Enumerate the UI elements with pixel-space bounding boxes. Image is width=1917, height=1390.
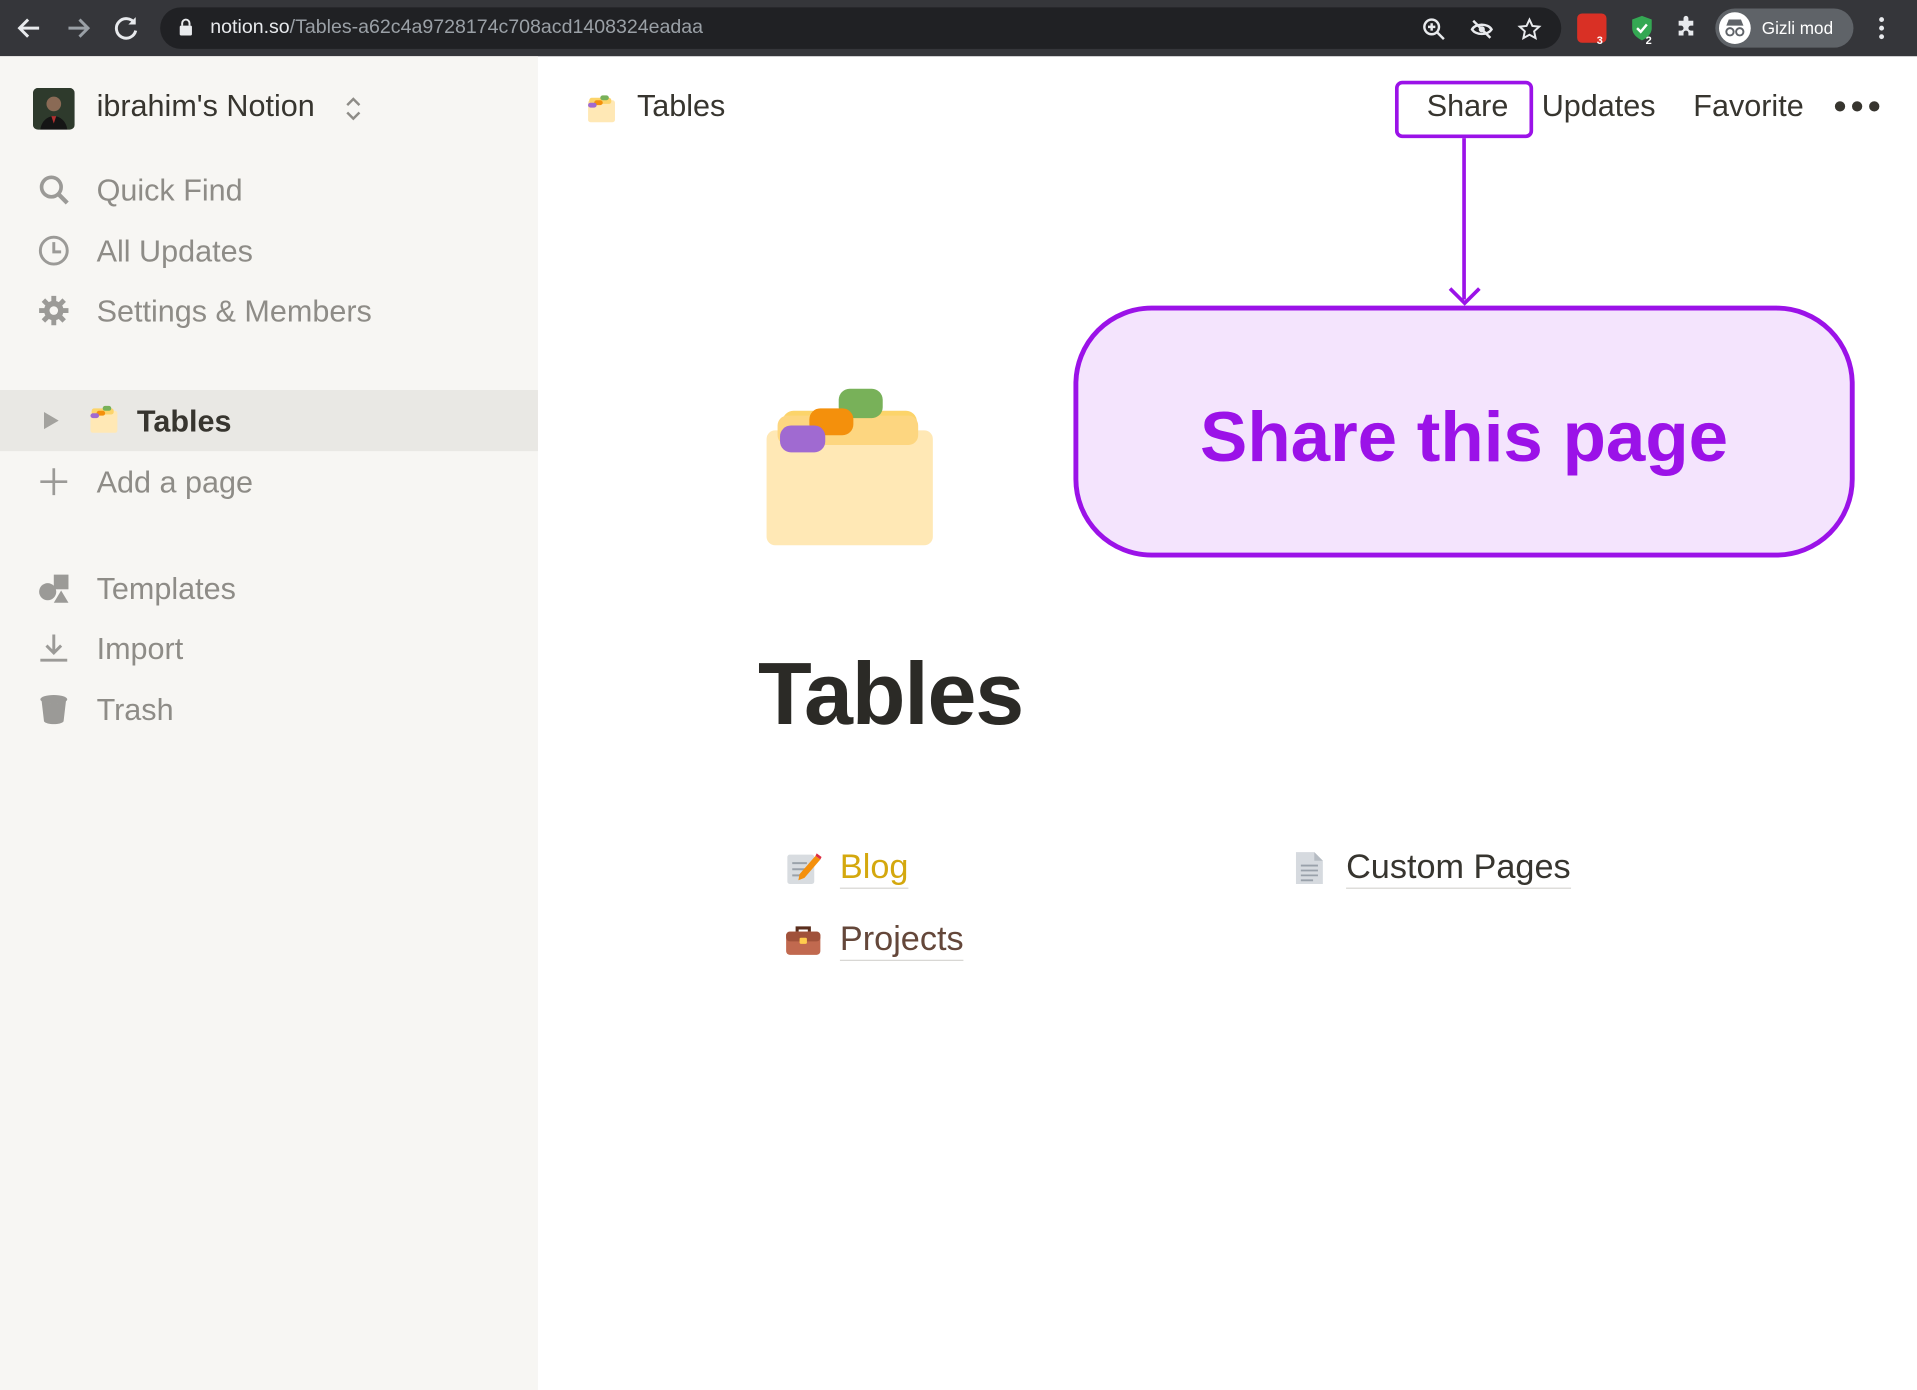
zoom-icon[interactable] bbox=[1422, 17, 1446, 41]
chevron-updown-icon[interactable] bbox=[342, 93, 364, 125]
share-button[interactable]: Share bbox=[1427, 89, 1509, 124]
subpage-link-projects[interactable]: Projects bbox=[785, 915, 993, 969]
sidebar-item-settings-members[interactable]: Settings & Members bbox=[0, 284, 538, 338]
url-path: /Tables-a62c4a9728174c708acd1408324eadaa bbox=[289, 17, 704, 38]
subpage-link-custom-pages[interactable]: Custom Pages bbox=[1291, 842, 1597, 896]
clock-icon bbox=[38, 235, 69, 266]
callout-text: Share this page bbox=[1200, 397, 1729, 477]
sidebar-page-label: Tables bbox=[136, 404, 232, 439]
address-bar[interactable]: notion.so/Tables-a62c4a9728174c708acd140… bbox=[160, 7, 1562, 49]
extension-badge: 2 bbox=[1645, 34, 1652, 47]
sidebar-item-all-updates[interactable]: All Updates bbox=[0, 224, 538, 278]
url-text[interactable]: notion.so/Tables-a62c4a9728174c708acd140… bbox=[210, 17, 703, 39]
sidebar-item-label: Templates bbox=[96, 572, 236, 607]
trash-icon bbox=[40, 695, 68, 725]
workspace-name[interactable]: ibrahim's Notion bbox=[97, 89, 315, 124]
shapes-icon bbox=[39, 574, 69, 603]
extension-badge: 3 bbox=[1596, 34, 1603, 47]
sidebar-item-trash[interactable]: Trash bbox=[0, 682, 538, 736]
subpage-label: Projects bbox=[839, 919, 964, 961]
card-index-icon[interactable] bbox=[763, 386, 934, 547]
search-icon bbox=[39, 175, 69, 205]
updates-button[interactable]: Updates bbox=[1542, 89, 1656, 124]
add-page-button[interactable]: Add a page bbox=[0, 455, 538, 509]
sidebar-item-label: Quick Find bbox=[96, 173, 243, 208]
workspace-avatar[interactable] bbox=[33, 88, 75, 130]
sidebar-item-label: All Updates bbox=[96, 234, 253, 269]
back-icon[interactable] bbox=[12, 11, 46, 45]
more-vert-icon[interactable] bbox=[1873, 15, 1890, 42]
sidebar-item-templates[interactable]: Templates bbox=[0, 561, 538, 615]
browser-toolbar: notion.so/Tables-a62c4a9728174c708acd140… bbox=[0, 0, 1917, 57]
url-host: notion.so bbox=[210, 17, 290, 38]
sidebar-item-import[interactable]: Import bbox=[0, 621, 538, 675]
card-index-icon bbox=[90, 405, 118, 433]
reload-icon[interactable] bbox=[109, 11, 143, 45]
subpage-label: Blog bbox=[839, 847, 909, 889]
page-title[interactable]: Tables bbox=[758, 644, 1024, 744]
page-icon bbox=[1295, 852, 1323, 884]
subpage-link-blog[interactable]: Blog bbox=[785, 842, 981, 896]
lock-icon[interactable] bbox=[177, 18, 194, 36]
favorite-button[interactable]: Favorite bbox=[1693, 89, 1803, 124]
card-index-icon bbox=[588, 95, 615, 123]
sidebar-item-quick-find[interactable]: Quick Find bbox=[0, 163, 538, 217]
gear-icon bbox=[39, 295, 69, 326]
star-icon[interactable] bbox=[1517, 17, 1542, 41]
forward-icon[interactable] bbox=[61, 11, 95, 45]
shield-extension-icon[interactable] bbox=[1627, 13, 1656, 42]
add-page-label: Add a page bbox=[96, 465, 253, 501]
arrow-head-icon bbox=[1448, 287, 1481, 306]
eye-off-icon[interactable] bbox=[1470, 17, 1494, 41]
incognito-profile-button[interactable]: Gizli mod bbox=[1715, 8, 1854, 48]
download-icon bbox=[40, 634, 68, 662]
sidebar-item-label: Settings & Members bbox=[96, 294, 372, 329]
sidebar-page-tables[interactable]: Tables bbox=[0, 390, 538, 452]
expand-toggle-icon[interactable] bbox=[44, 412, 59, 430]
briefcase-icon bbox=[786, 926, 821, 955]
annotation-callout: Share this page bbox=[1073, 305, 1855, 558]
annotation-arrow bbox=[1462, 138, 1466, 300]
plus-icon bbox=[40, 468, 68, 496]
puzzle-icon[interactable] bbox=[1673, 13, 1702, 42]
incognito-icon bbox=[1718, 12, 1751, 45]
incognito-label: Gizli mod bbox=[1761, 18, 1834, 38]
memo-icon bbox=[787, 853, 822, 884]
more-horizontal-icon[interactable] bbox=[1834, 99, 1880, 114]
breadcrumb[interactable]: Tables bbox=[637, 89, 725, 124]
subpage-label: Custom Pages bbox=[1346, 847, 1571, 889]
sidebar-item-label: Trash bbox=[96, 693, 174, 728]
sidebar-item-label: Import bbox=[96, 632, 184, 667]
